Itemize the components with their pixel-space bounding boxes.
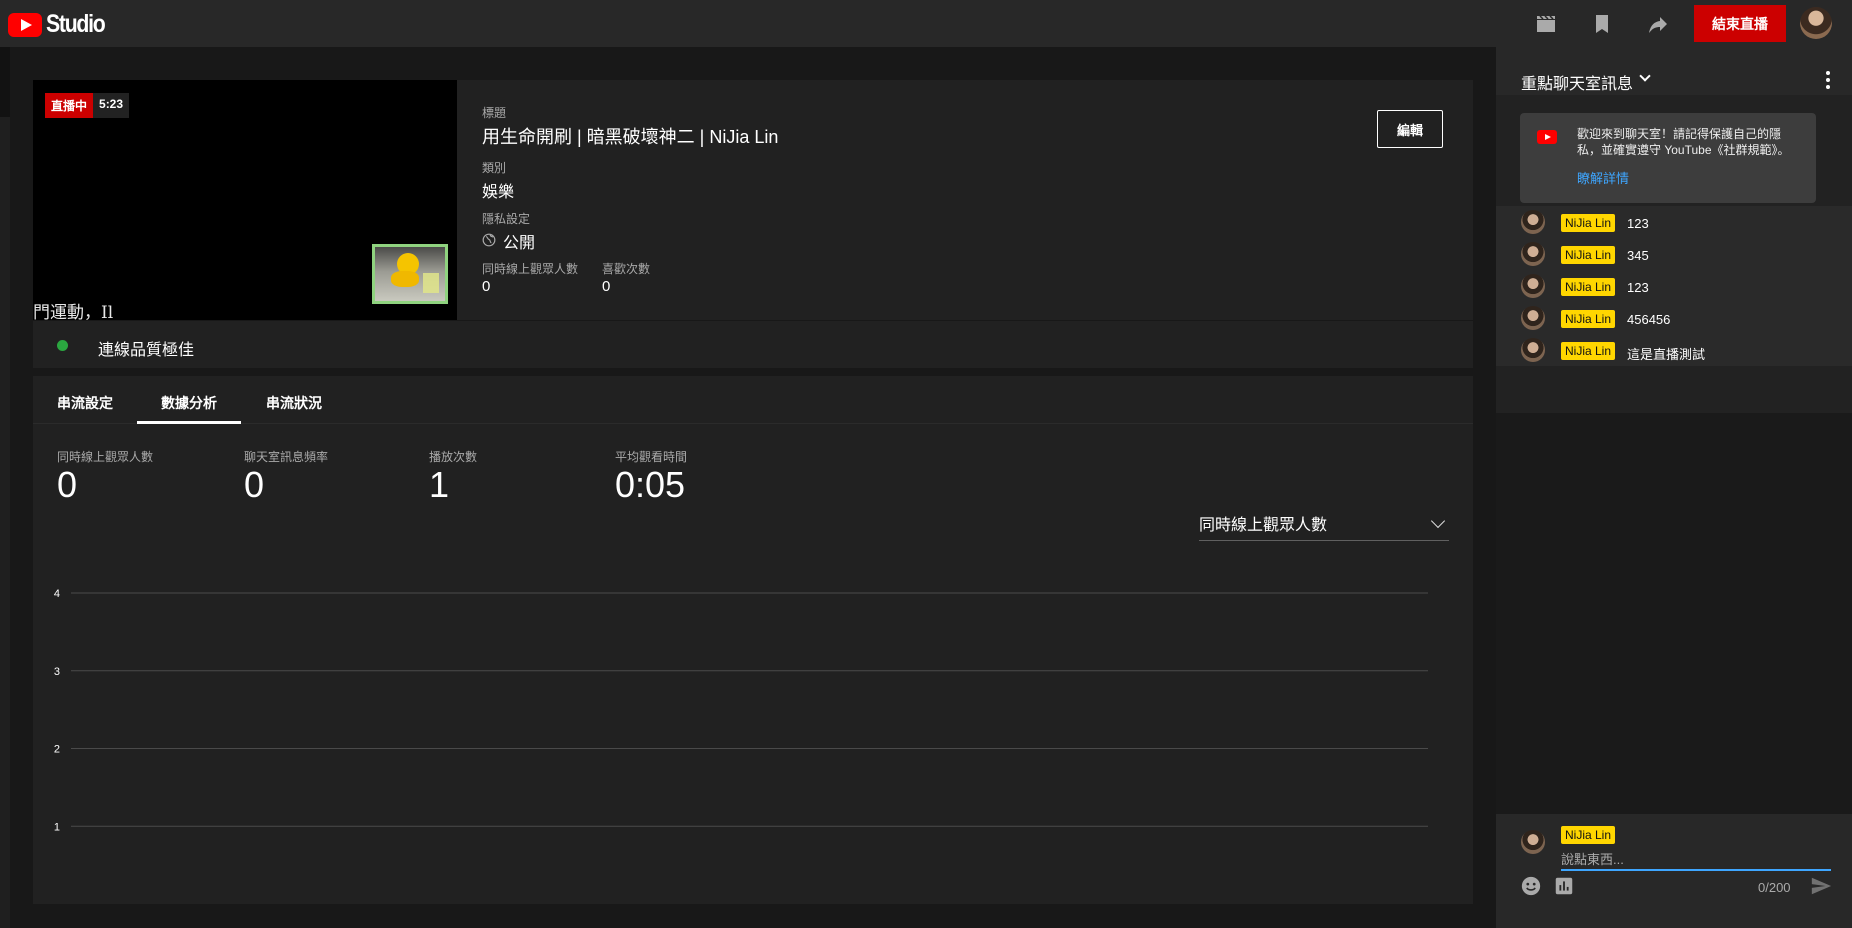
avatar bbox=[1521, 274, 1545, 298]
metric-dropdown-value: 同時線上觀眾人數 bbox=[1199, 517, 1328, 534]
chevron-down-icon[interactable] bbox=[1639, 70, 1651, 82]
stat-label: 平均觀看時間 bbox=[615, 450, 688, 464]
avatar bbox=[1521, 306, 1545, 330]
message-text: 456456 bbox=[1627, 312, 1671, 327]
live-label: 直播中 bbox=[45, 93, 94, 118]
stat-label: 播放次數 bbox=[429, 450, 478, 464]
tab-stream-settings[interactable]: 串流設定 bbox=[57, 393, 113, 413]
stream-preview[interactable]: 直播中 5:23 門運動，Il bbox=[33, 80, 457, 320]
message-text: 這是直播測試 bbox=[1627, 347, 1706, 362]
globe-icon bbox=[482, 233, 496, 247]
connection-quality-bar: 連線品質極佳 bbox=[33, 320, 1473, 368]
y-tick-label: 3 bbox=[54, 666, 60, 678]
tab-stream-health[interactable]: 串流狀況 bbox=[266, 393, 322, 413]
share-icon[interactable] bbox=[1646, 12, 1670, 36]
chat-header: 重點聊天室訊息 bbox=[1496, 47, 1852, 95]
privacy-label: 隱私設定 bbox=[482, 212, 531, 226]
more-options-icon[interactable] bbox=[1826, 71, 1830, 89]
author-badge[interactable]: NiJia Lin bbox=[1561, 342, 1616, 360]
stat-value: 1 bbox=[429, 464, 450, 505]
likes-value: 0 bbox=[602, 278, 611, 295]
chat-message: NiJia Lin 123 bbox=[1496, 206, 1852, 238]
category-label: 類別 bbox=[482, 161, 507, 175]
live-badge: 直播中 5:23 bbox=[45, 93, 130, 118]
chat-message: NiJia Lin 123 bbox=[1496, 270, 1852, 302]
character-counter: 0/200 bbox=[1758, 880, 1791, 895]
emoji-icon[interactable] bbox=[1520, 875, 1542, 897]
stat-label: 同時線上觀眾人數 bbox=[57, 450, 154, 464]
title-label: 標題 bbox=[482, 106, 507, 120]
chevron-down-icon bbox=[1430, 513, 1446, 529]
concurrent-viewers-value: 0 bbox=[482, 278, 491, 295]
chat-message: NiJia Lin 這是直播測試 bbox=[1496, 334, 1852, 366]
author-badge[interactable]: NiJia Lin bbox=[1561, 214, 1616, 232]
stat-label: 聊天室訊息頻率 bbox=[244, 450, 329, 464]
learn-more-link[interactable]: 瞭解詳情 bbox=[1577, 168, 1629, 187]
chat-message: NiJia Lin 345 bbox=[1496, 238, 1852, 270]
chat-input-area: NiJia Lin 0/200 bbox=[1496, 814, 1852, 928]
preview-caption: 門運動，Il bbox=[33, 303, 114, 320]
studio-logo[interactable]: Studio bbox=[8, 10, 115, 39]
clapperboard-icon[interactable] bbox=[1534, 12, 1558, 36]
metric-dropdown[interactable]: 同時線上觀眾人數 bbox=[1199, 508, 1449, 541]
y-tick-label: 2 bbox=[54, 744, 60, 756]
message-text: 123 bbox=[1627, 216, 1649, 231]
top-bar: Studio 結束直播 bbox=[0, 0, 1852, 47]
tab-bar: 串流設定 數據分析 串流狀況 bbox=[33, 376, 1473, 424]
avatar bbox=[1521, 242, 1545, 266]
chat-panel: 重點聊天室訊息 歡迎來到聊天室！請記得保護自己的隱私，並確實遵守 YouTube… bbox=[1496, 47, 1852, 928]
stream-category: 娛樂 bbox=[482, 184, 515, 201]
bookmark-icon[interactable] bbox=[1590, 12, 1614, 36]
y-tick-label: 4 bbox=[54, 588, 60, 600]
message-text: 123 bbox=[1627, 280, 1649, 295]
concurrent-viewers-label: 同時線上觀眾人數 bbox=[482, 262, 579, 276]
chat-message: NiJia Lin 456456 bbox=[1496, 302, 1852, 334]
author-badge[interactable]: NiJia Lin bbox=[1561, 278, 1616, 296]
poll-icon[interactable] bbox=[1553, 875, 1575, 897]
tab-analytics[interactable]: 數據分析 bbox=[161, 393, 217, 413]
active-tab-indicator bbox=[137, 421, 241, 424]
connection-quality-text: 連線品質極佳 bbox=[98, 342, 195, 359]
send-icon[interactable] bbox=[1810, 875, 1832, 897]
avatar bbox=[1521, 830, 1545, 854]
welcome-text: 歡迎來到聊天室！請記得保護自己的隱私，並確實遵守 YouTube《社群規範》。 bbox=[1577, 127, 1790, 157]
stream-privacy: 公開 bbox=[503, 235, 536, 252]
chat-mode-dropdown[interactable]: 重點聊天室訊息 bbox=[1521, 70, 1633, 94]
stat-value: 0 bbox=[244, 464, 265, 505]
logo-text: Studio bbox=[46, 10, 106, 38]
end-stream-button[interactable]: 結束直播 bbox=[1694, 5, 1786, 42]
author-badge[interactable]: NiJia Lin bbox=[1561, 246, 1616, 264]
analytics-panel: 串流設定 數據分析 串流狀況 同時線上觀眾人數 0 聊天室訊息頻率 0 播放次數… bbox=[33, 376, 1473, 904]
elapsed-time: 5:23 bbox=[93, 93, 130, 118]
viewers-line-chart: 0123408:45 PM08:45 PM08:46 PM08:46 PM08:… bbox=[54, 588, 1428, 833]
youtube-logo-icon bbox=[8, 12, 42, 37]
stat-value: 0 bbox=[57, 464, 78, 505]
stat-value: 0:05 bbox=[615, 464, 686, 505]
camera-overlay-thumbnail bbox=[372, 244, 448, 304]
avatar bbox=[1521, 210, 1545, 234]
avatar bbox=[1521, 338, 1545, 362]
status-dot-icon bbox=[57, 340, 68, 351]
stream-title: 用生命開刷 | 暗黑破壞神二 | NiJia Lin bbox=[482, 127, 779, 147]
welcome-notice: 歡迎來到聊天室！請記得保護自己的隱私，並確實遵守 YouTube《社群規範》。 … bbox=[1520, 113, 1816, 203]
left-nav-strip bbox=[0, 47, 10, 928]
youtube-logo-icon bbox=[1537, 130, 1557, 144]
author-badge[interactable]: NiJia Lin bbox=[1561, 310, 1616, 328]
account-avatar[interactable] bbox=[1800, 7, 1832, 39]
y-tick-label: 1 bbox=[54, 821, 60, 833]
likes-label: 喜歡次數 bbox=[602, 262, 651, 276]
edit-button[interactable]: 編輯 bbox=[1377, 110, 1443, 148]
input-author-badge: NiJia Lin bbox=[1561, 826, 1616, 844]
message-text: 345 bbox=[1627, 248, 1649, 263]
chat-message-input[interactable] bbox=[1561, 849, 1831, 871]
